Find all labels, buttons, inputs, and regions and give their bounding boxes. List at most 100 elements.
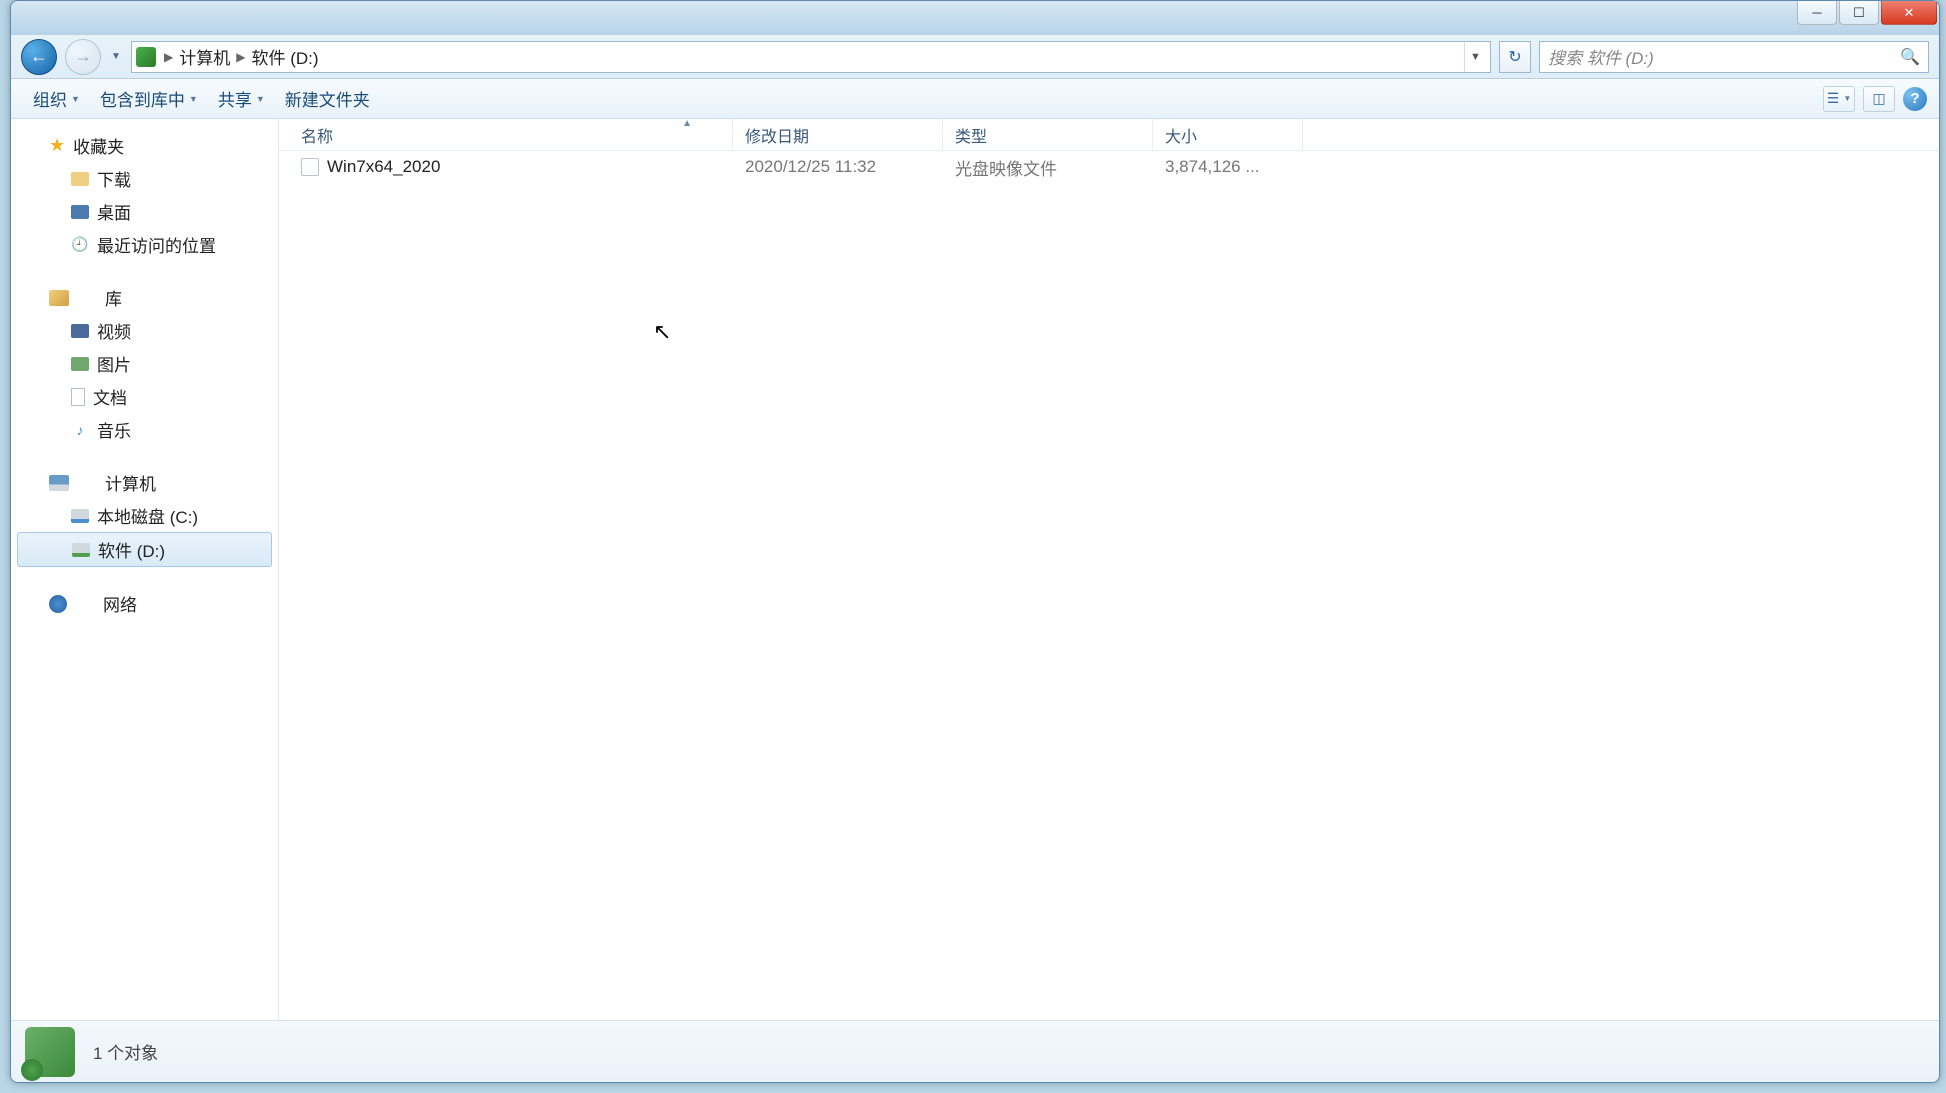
maximize-button[interactable]: ☐	[1839, 1, 1879, 25]
close-icon: ✕	[1904, 5, 1915, 21]
new-folder-button[interactable]: 新建文件夹	[275, 80, 380, 117]
refresh-button[interactable]: ↻	[1499, 41, 1531, 73]
sidebar-item-videos[interactable]: 视频	[11, 314, 278, 347]
star-icon: ★	[49, 135, 65, 156]
sidebar-item-recent[interactable]: 🕘 最近访问的位置	[11, 228, 278, 261]
file-list-area: 名称 ▲ 修改日期 类型 大小 Win7x64_2020 2020/1	[279, 119, 1939, 1020]
sidebar-item-downloads[interactable]: 下载	[11, 162, 278, 195]
picture-icon	[71, 357, 89, 371]
computer-group: 计算机 本地磁盘 (C:) 软件 (D:)	[11, 466, 278, 567]
file-name-cell: Win7x64_2020	[279, 157, 733, 177]
minimize-button[interactable]: ─	[1797, 1, 1837, 25]
recent-label: 最近访问的位置	[97, 232, 216, 257]
toolbar: 组织 ▼ 包含到库中 ▼ 共享 ▼ 新建文件夹 ☰ ▼ ◫ ?	[11, 79, 1939, 119]
breadcrumb-drive[interactable]: 软件 (D:)	[247, 44, 322, 69]
address-bar[interactable]: ▶ 计算机 ▶ 软件 (D:) ▼	[131, 41, 1491, 73]
view-list-icon: ☰	[1827, 90, 1840, 107]
column-header-name[interactable]: 名称 ▲	[279, 119, 733, 150]
search-input[interactable]: 搜索 软件 (D:) 🔍	[1539, 41, 1929, 73]
drive-d-label: 软件 (D:)	[98, 537, 165, 562]
col-size-label: 大小	[1165, 123, 1197, 147]
column-headers: 名称 ▲ 修改日期 类型 大小	[279, 119, 1939, 151]
column-header-size[interactable]: 大小	[1153, 119, 1303, 150]
help-button[interactable]: ?	[1903, 87, 1927, 111]
status-bar: 1 个对象	[11, 1020, 1939, 1082]
sidebar-item-desktop[interactable]: 桌面	[11, 195, 278, 228]
downloads-label: 下载	[97, 166, 131, 191]
sidebar-item-drive-d[interactable]: 软件 (D:)	[17, 532, 272, 567]
search-placeholder: 搜索 软件 (D:)	[1548, 44, 1654, 69]
breadcrumb-sep-icon: ▶	[162, 50, 175, 64]
network-label: 网络	[103, 591, 137, 616]
toolbar-right: ☰ ▼ ◫ ?	[1823, 86, 1927, 112]
videos-label: 视频	[97, 318, 131, 343]
drive-icon	[136, 47, 156, 67]
share-label: 共享	[218, 86, 252, 111]
sidebar-computer[interactable]: 计算机	[11, 466, 278, 499]
chevron-down-icon: ▼	[71, 94, 80, 104]
favorites-group: ★ 收藏夹 下载 桌面 🕘 最近访问的位置	[11, 129, 278, 261]
breadcrumb-computer[interactable]: 计算机	[175, 44, 234, 69]
content-area: ★ 收藏夹 下载 桌面 🕘 最近访问的位置	[11, 119, 1939, 1020]
desktop-label: 桌面	[97, 199, 131, 224]
back-button[interactable]: ←	[21, 39, 57, 75]
explorer-window: ─ ☐ ✕ ← → ▼ ▶ 计算机 ▶ 软件 (D:) ▼ ↻	[10, 0, 1940, 1083]
minimize-icon: ─	[1812, 5, 1821, 20]
organize-label: 组织	[33, 86, 67, 111]
refresh-icon: ↻	[1508, 47, 1521, 67]
computer-label: 计算机	[105, 470, 156, 495]
preview-pane-button[interactable]: ◫	[1863, 86, 1895, 112]
libraries-group: 库 视频 图片 文档 ♪ 音乐	[11, 281, 278, 446]
help-icon: ?	[1910, 90, 1919, 107]
drive-icon	[72, 543, 90, 557]
column-header-date[interactable]: 修改日期	[733, 119, 943, 150]
sidebar-item-documents[interactable]: 文档	[11, 380, 278, 413]
close-button[interactable]: ✕	[1881, 1, 1937, 25]
col-type-label: 类型	[955, 123, 987, 147]
include-in-library-menu[interactable]: 包含到库中 ▼	[90, 80, 208, 117]
address-dropdown[interactable]: ▼	[1464, 42, 1486, 72]
file-type-cell: 光盘映像文件	[943, 155, 1153, 180]
column-header-type[interactable]: 类型	[943, 119, 1153, 150]
recent-icon: 🕘	[71, 236, 89, 254]
pictures-label: 图片	[97, 351, 131, 376]
computer-icon	[49, 475, 69, 491]
preview-pane-icon: ◫	[1872, 90, 1885, 107]
chevron-down-icon: ▼	[189, 94, 198, 104]
network-group: 网络	[11, 587, 278, 620]
desktop-icon	[71, 205, 89, 219]
sidebar-item-pictures[interactable]: 图片	[11, 347, 278, 380]
back-arrow-icon: ←	[30, 46, 48, 67]
video-icon	[71, 324, 89, 338]
file-date-cell: 2020/12/25 11:32	[733, 157, 943, 177]
forward-arrow-icon: →	[74, 46, 92, 67]
organize-menu[interactable]: 组织 ▼	[23, 80, 90, 117]
network-icon	[49, 595, 67, 613]
view-mode-button[interactable]: ☰ ▼	[1823, 86, 1855, 112]
nav-history-dropdown[interactable]: ▼	[109, 51, 123, 62]
sidebar-item-music[interactable]: ♪ 音乐	[11, 413, 278, 446]
window-controls: ─ ☐ ✕	[1797, 1, 1937, 27]
drive-icon	[71, 509, 89, 523]
file-row[interactable]: Win7x64_2020 2020/12/25 11:32 光盘映像文件 3,8…	[279, 151, 1939, 183]
sidebar-item-drive-c[interactable]: 本地磁盘 (C:)	[11, 499, 278, 532]
music-icon: ♪	[71, 421, 89, 439]
sidebar-favorites[interactable]: ★ 收藏夹	[11, 129, 278, 162]
maximize-icon: ☐	[1853, 5, 1865, 21]
include-label: 包含到库中	[100, 86, 185, 111]
favorites-label: 收藏夹	[73, 133, 124, 158]
document-icon	[71, 388, 85, 406]
forward-button[interactable]: →	[65, 39, 101, 75]
libraries-label: 库	[105, 285, 122, 310]
folder-icon	[71, 172, 89, 186]
breadcrumb-sep-icon: ▶	[234, 50, 247, 64]
sidebar-network[interactable]: 网络	[11, 587, 278, 620]
sidebar-libraries[interactable]: 库	[11, 281, 278, 314]
music-label: 音乐	[97, 417, 131, 442]
new-folder-label: 新建文件夹	[285, 86, 370, 111]
status-text: 1 个对象	[93, 1039, 158, 1064]
share-menu[interactable]: 共享 ▼	[208, 80, 275, 117]
file-size-cell: 3,874,126 ...	[1153, 157, 1303, 177]
titlebar: ─ ☐ ✕	[11, 1, 1939, 35]
library-icon	[49, 290, 69, 306]
